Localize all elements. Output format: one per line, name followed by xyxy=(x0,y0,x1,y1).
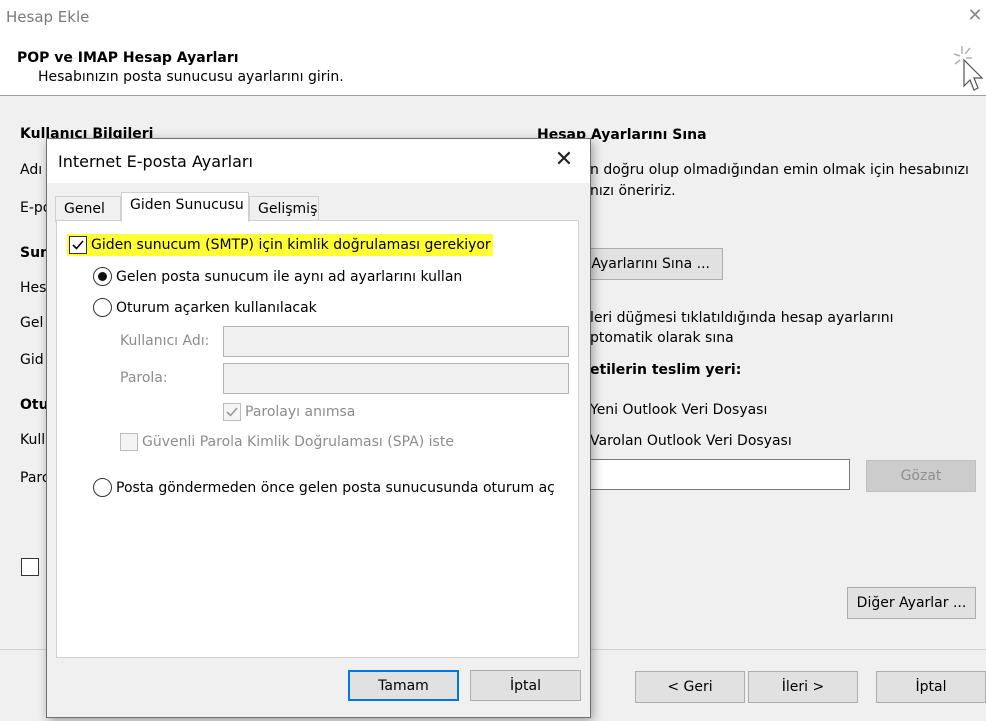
smtp-auth-row[interactable]: Giden sunucum (SMTP) için kimlik doğrula… xyxy=(67,234,493,256)
wizard-header: POP ve IMAP Hesap Ayarları Hesabınızın p… xyxy=(0,34,986,96)
smtp-auth-highlight: Giden sunucum (SMTP) için kimlik doğrula… xyxy=(67,234,493,256)
new-data-file-option[interactable]: Yeni Outlook Veri Dosyası xyxy=(590,402,767,418)
smtp-auth-checkbox[interactable] xyxy=(69,236,87,254)
password-label: Parola: xyxy=(120,370,168,386)
radio-logon-with-row[interactable]: Oturum açarken kullanılacak xyxy=(93,298,317,317)
spa-checkbox[interactable] xyxy=(120,433,138,451)
dialog-cancel-button[interactable]: İptal xyxy=(470,670,581,701)
next-button[interactable]: İleri > xyxy=(748,671,858,703)
delivery-heading: etilerin teslim yeri: xyxy=(590,362,742,378)
radio-logon-with[interactable] xyxy=(93,298,112,317)
window-titlebar: Hesap Ekle ✕ xyxy=(0,0,986,34)
username-input[interactable] xyxy=(223,326,569,357)
window-close-icon[interactable]: ✕ xyxy=(964,6,986,26)
remember-password-checkbox[interactable] xyxy=(223,403,241,421)
spa-label: Güvenli Parola Kimlik Doğrulaması (SPA) … xyxy=(142,434,454,450)
more-settings-button[interactable]: Diğer Ayarlar ... xyxy=(847,587,976,619)
internet-email-settings-dialog: Internet E-posta Ayarları ✕ Genel Giden … xyxy=(46,138,591,718)
data-file-path-input[interactable] xyxy=(575,459,850,490)
remember-password-label: Parolayı anımsa xyxy=(245,404,356,420)
dialog-close-icon[interactable]: ✕ xyxy=(552,149,576,173)
dialog-titlebar: Internet E-posta Ayarları ✕ xyxy=(47,139,590,183)
ok-button[interactable]: Tamam xyxy=(348,670,459,701)
tab-outgoing-server[interactable]: Giden Sunucusu xyxy=(121,192,249,222)
test-description-line2: nızı öneririz. xyxy=(590,183,676,199)
radio-logon-before-label: Posta göndermeden önce gelen posta sunuc… xyxy=(116,479,555,496)
remember-password-row[interactable]: Parolayı anımsa xyxy=(223,403,355,421)
checkmark-icon xyxy=(72,240,84,250)
radio-logon-before[interactable] xyxy=(93,478,112,497)
logon-info-heading: Otu xyxy=(20,397,49,413)
checkmark-icon xyxy=(226,407,238,417)
radio-logon-with-label: Oturum açarken kullanılacak xyxy=(116,299,317,316)
username-label-bg: Kull xyxy=(20,432,46,448)
spa-row[interactable]: Güvenli Parola Kimlik Doğrulaması (SPA) … xyxy=(120,433,454,451)
auto-test-line2: ptomatik olarak sına xyxy=(590,330,734,346)
radio-same-settings-label: Gelen posta sunucum ile aynı ad ayarları… xyxy=(116,268,463,285)
username-label: Kullanıcı Adı: xyxy=(120,333,210,349)
incoming-server-label: Gel xyxy=(20,315,44,331)
test-description-line1: n doğru olup olmadığından emin olmak içi… xyxy=(590,162,969,178)
password-input[interactable] xyxy=(223,363,569,394)
existing-data-file-option[interactable]: Varolan Outlook Veri Dosyası xyxy=(590,433,792,449)
radio-selected-dot xyxy=(98,272,107,281)
outgoing-server-label: Gid xyxy=(20,352,44,368)
tab-general[interactable]: Genel xyxy=(55,196,121,222)
wizard-cursor-icon xyxy=(953,46,984,91)
dialog-title: Internet E-posta Ayarları xyxy=(58,152,253,171)
remember-password-checkbox-bg[interactable] xyxy=(21,558,39,576)
wizard-cancel-button[interactable]: İptal xyxy=(876,671,986,703)
auto-test-line1: leri düğmesi tıklatıldığında hesap ayarl… xyxy=(590,310,894,326)
account-type-label: Hes xyxy=(20,280,47,296)
smtp-auth-label: Giden sunucum (SMTP) için kimlik doğrula… xyxy=(91,237,491,253)
browse-button[interactable]: Gözat xyxy=(866,460,976,492)
outgoing-server-panel: Giden sunucum (SMTP) için kimlik doğrula… xyxy=(56,220,579,658)
radio-logon-before-row[interactable]: Posta göndermeden önce gelen posta sunuc… xyxy=(93,478,555,497)
wizard-heading: POP ve IMAP Hesap Ayarları xyxy=(17,50,239,66)
radio-same-settings-row[interactable]: Gelen posta sunucum ile aynı ad ayarları… xyxy=(93,267,462,286)
name-label: Adı xyxy=(20,162,43,178)
radio-same-settings[interactable] xyxy=(93,267,112,286)
window-title: Hesap Ekle xyxy=(6,8,90,26)
wizard-subheading: Hesabınızın posta sunucusu ayarlarını gi… xyxy=(38,69,344,85)
back-button[interactable]: < Geri xyxy=(635,671,745,703)
tab-advanced[interactable]: Gelişmiş xyxy=(249,196,319,222)
